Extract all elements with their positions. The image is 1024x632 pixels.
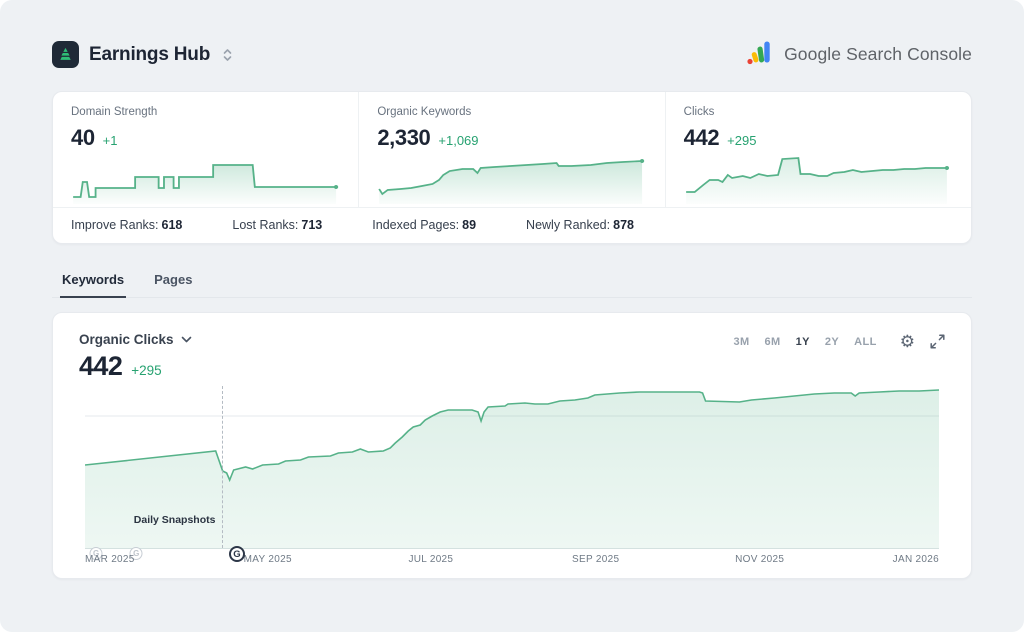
axis-label: MAR 2025 xyxy=(85,554,135,565)
gsc-chart-logo-icon xyxy=(745,38,775,71)
chevron-up-down-icon xyxy=(222,48,233,62)
axis-label: SEP 2025 xyxy=(572,554,619,565)
quick-stat-improve-ranks: Improve Ranks:618 xyxy=(71,218,182,232)
quick-stat-newly-ranked: Newly Ranked:878 xyxy=(526,218,634,232)
chart-delta: +295 xyxy=(131,363,161,378)
domain-strength-sparkline xyxy=(71,155,340,205)
organic-clicks-chart-card: Organic Clicks 442 +295 3M 6M 1Y 2Y ALL … xyxy=(52,312,972,579)
stat-card-domain-strength: Domain Strength 40 +1 xyxy=(53,92,359,207)
expand-icon[interactable] xyxy=(930,334,945,349)
range-1y[interactable]: 1Y xyxy=(796,336,810,348)
axis-label: JAN 2026 xyxy=(893,554,939,565)
page-title: Earnings Hub xyxy=(89,44,210,66)
stat-label: Clicks xyxy=(684,106,953,118)
stat-value: 2,330 xyxy=(377,125,430,151)
axis-label: MAY 2025 xyxy=(244,554,292,565)
axis-label: NOV 2025 xyxy=(735,554,784,565)
chart-title-block: Organic Clicks 442 +295 xyxy=(79,330,192,382)
x-axis-labels: MAR 2025 MAY 2025 JUL 2025 SEP 2025 NOV … xyxy=(85,554,939,568)
organic-keywords-sparkline xyxy=(377,155,646,205)
tab-pages[interactable]: Pages xyxy=(152,266,194,298)
tab-keywords[interactable]: Keywords xyxy=(60,266,126,298)
gear-icon[interactable]: ⚙ xyxy=(900,333,915,350)
snapshot-dashed-line xyxy=(222,386,223,548)
quick-stat-lost-ranks: Lost Ranks:713 xyxy=(232,218,322,232)
quick-stats-strip: Improve Ranks:618 Lost Ranks:713 Indexed… xyxy=(53,207,971,243)
range-6m[interactable]: 6M xyxy=(765,336,781,348)
axis-label: JUL 2025 xyxy=(408,554,453,565)
google-search-console-brand: Google Search Console xyxy=(745,38,972,71)
stat-label: Domain Strength xyxy=(71,106,340,118)
gsc-label: Google Search Console xyxy=(784,44,972,65)
stat-value: 442 xyxy=(684,125,720,151)
stat-delta: +1 xyxy=(103,133,118,148)
snapshot-annotation: Daily Snapshots xyxy=(134,514,216,526)
metric-dropdown[interactable]: Organic Clicks xyxy=(79,330,192,348)
project-selector[interactable]: Earnings Hub xyxy=(52,41,233,68)
range-3m[interactable]: 3M xyxy=(733,336,749,348)
range-2y[interactable]: 2Y xyxy=(825,336,839,348)
stat-label: Organic Keywords xyxy=(377,106,646,118)
range-all[interactable]: ALL xyxy=(854,336,877,348)
stat-card-clicks: Clicks 442 +295 xyxy=(666,92,971,207)
stat-card-organic-keywords: Organic Keywords 2,330 +1,069 xyxy=(359,92,665,207)
chart-header: Organic Clicks 442 +295 3M 6M 1Y 2Y ALL … xyxy=(53,313,971,382)
chart-controls: 3M 6M 1Y 2Y ALL ⚙ xyxy=(733,330,945,350)
chart-value: 442 xyxy=(79,351,122,382)
stat-delta: +295 xyxy=(727,133,756,148)
clicks-sparkline xyxy=(684,155,953,205)
chart-title: Organic Clicks xyxy=(79,332,174,347)
dashboard-screen: Earnings Hub Google Search Console xyxy=(0,0,1024,632)
summary-card: Domain Strength 40 +1 Organic Keywords xyxy=(52,91,972,244)
quick-stat-indexed-pages: Indexed Pages:89 xyxy=(372,218,476,232)
google-g-marker-icon[interactable]: G xyxy=(229,546,245,562)
chart-plot-area[interactable]: Daily Snapshots G G G xyxy=(85,383,939,549)
stat-cards-row: Domain Strength 40 +1 Organic Keywords xyxy=(53,92,971,207)
pyramid-logo-icon xyxy=(52,41,79,68)
stat-delta: +1,069 xyxy=(438,133,478,148)
stat-value: 40 xyxy=(71,125,95,151)
chevron-down-icon xyxy=(181,330,192,348)
tab-bar: Keywords Pages xyxy=(52,266,972,298)
top-bar: Earnings Hub Google Search Console xyxy=(0,0,1024,91)
